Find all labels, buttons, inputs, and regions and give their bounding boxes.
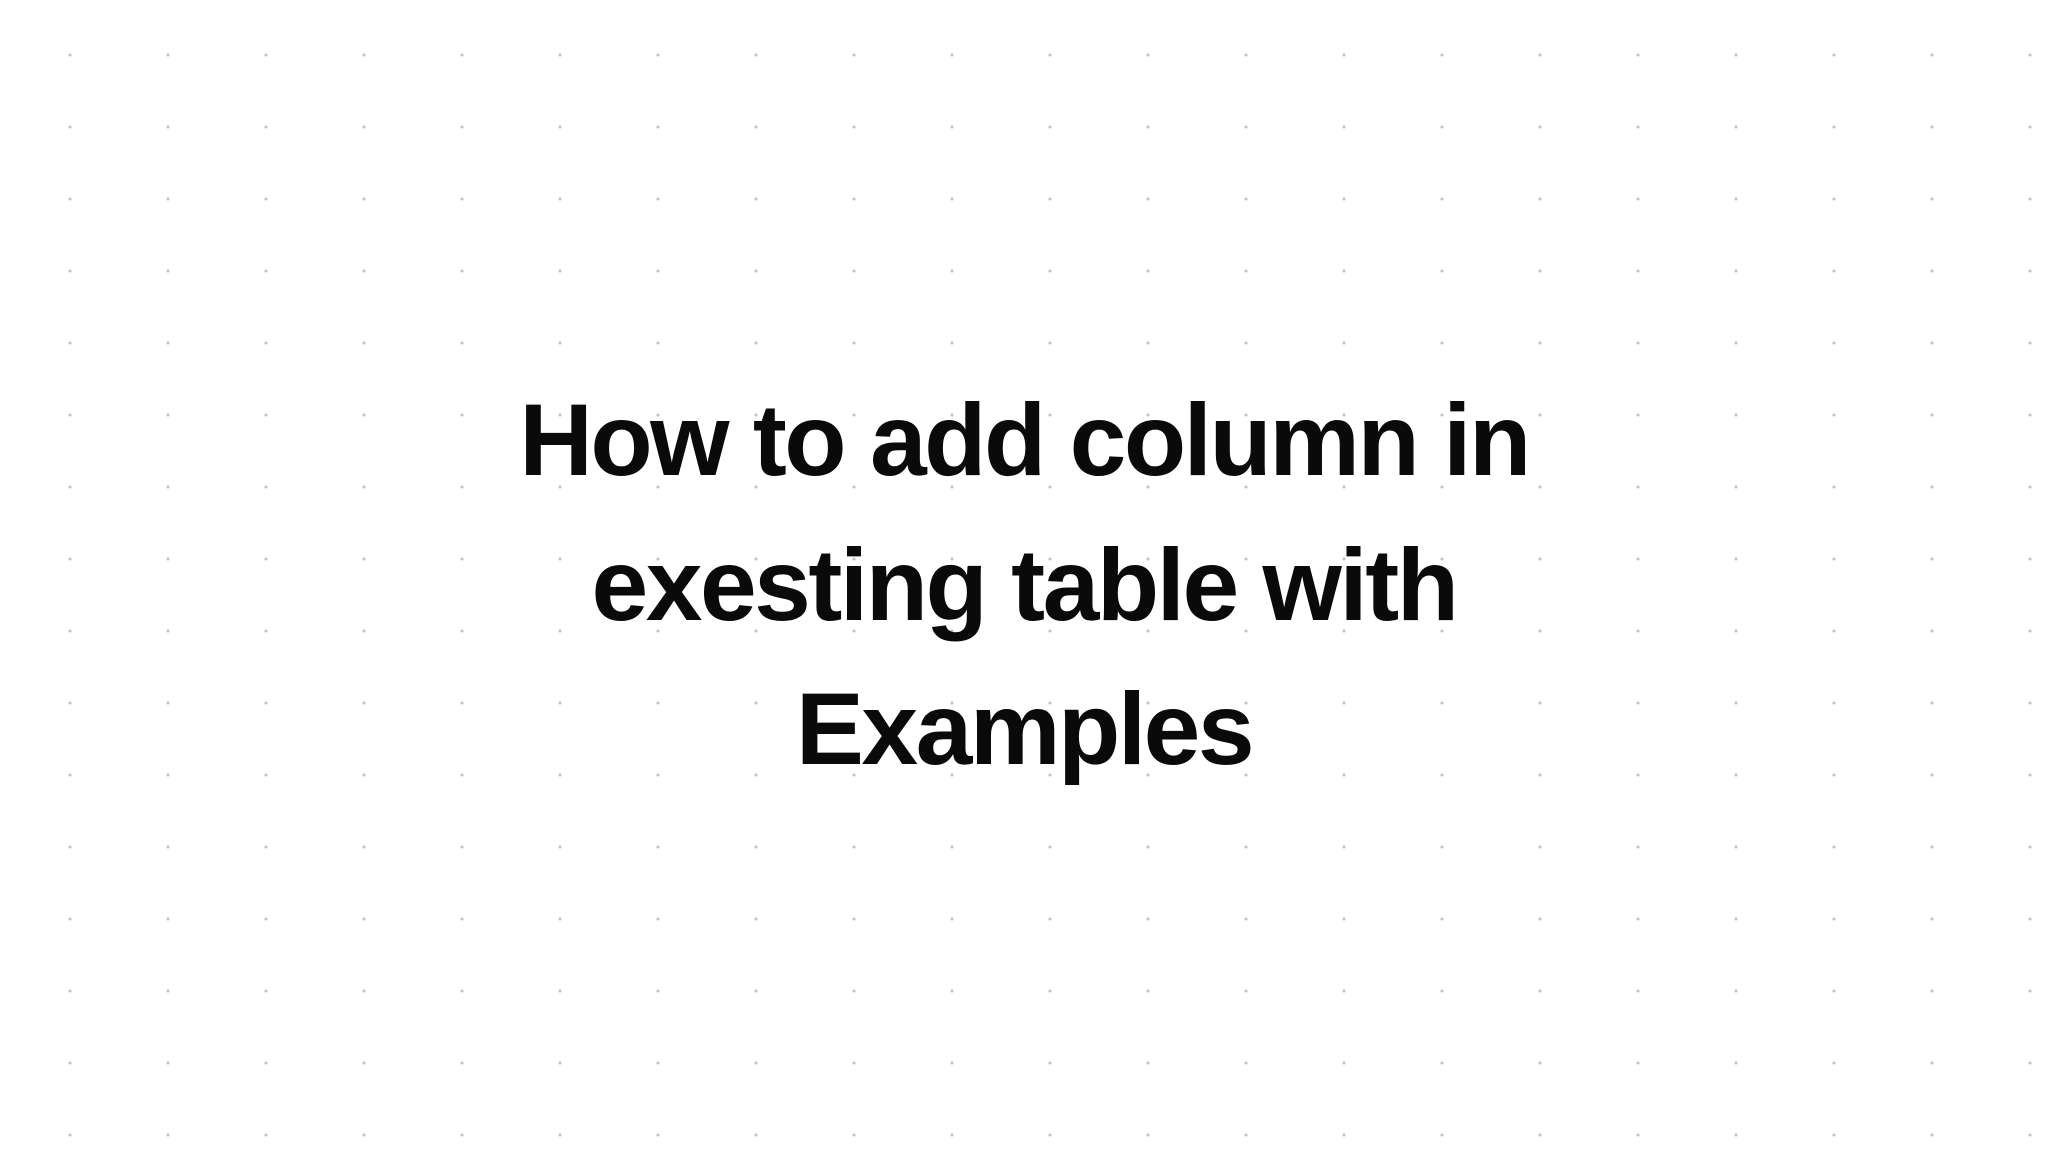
page-title: How to add column in exesting table with…: [514, 368, 1534, 802]
title-container: How to add column in exesting table with…: [474, 368, 1574, 802]
